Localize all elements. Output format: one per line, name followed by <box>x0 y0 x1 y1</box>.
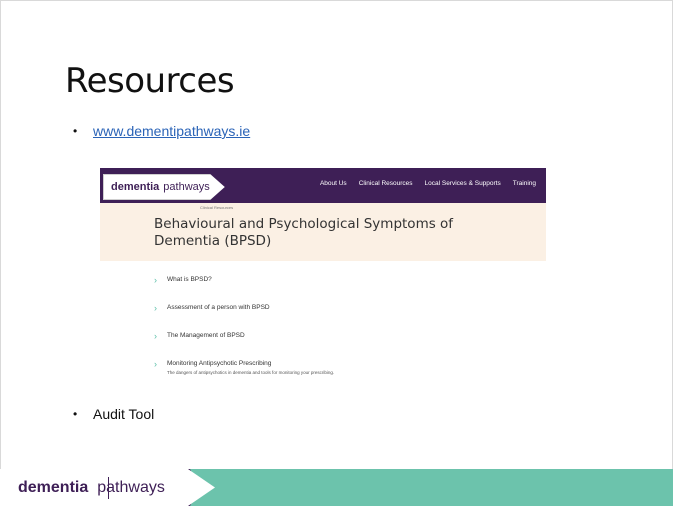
website-logo[interactable]: dementia pathways <box>103 174 225 200</box>
website-page-heading: Behavioural and Psychological Symptoms o… <box>154 216 454 249</box>
bullet-dot: • <box>73 124 78 138</box>
chevron-right-icon: › <box>154 303 157 313</box>
bullet-website-link: • www.dementipathways.ie <box>73 123 250 139</box>
bullet-text: Audit Tool <box>93 406 155 422</box>
list-item-monitoring[interactable]: › Monitoring Antipsychotic Prescribing T… <box>154 359 334 388</box>
website-logo-word2: pathways <box>163 181 210 193</box>
chevron-right-icon: › <box>154 359 157 369</box>
footer-logo-word1: dementia <box>18 478 89 496</box>
list-item-what-is-bpsd[interactable]: › What is BPSD? <box>154 276 271 304</box>
list-item-label: Assessment of a person with BPSD <box>167 304 270 311</box>
nav-about-us[interactable]: About Us <box>320 180 347 187</box>
chevron-right-icon: › <box>154 275 157 285</box>
list-item-label: What is BPSD? <box>167 276 212 283</box>
nav-training[interactable]: Training <box>513 180 536 187</box>
website-navbar: dementia pathways About Us Clinical Reso… <box>100 168 546 203</box>
slide: Resources • www.dementipathways.ie demen… <box>0 0 673 506</box>
nav-local-services[interactable]: Local Services & Supports <box>425 180 501 187</box>
list-item-assessment[interactable]: › Assessment of a person with BPSD <box>154 304 271 332</box>
list-item-label: Monitoring Antipsychotic Prescribing <box>167 360 272 367</box>
list-item-description: The dangers of antipsychotics in dementi… <box>167 370 335 375</box>
website-resource-list: › What is BPSD? › Assessment of a person… <box>154 276 334 388</box>
website-breadcrumb[interactable]: Clinical Resources <box>200 205 233 210</box>
website-link[interactable]: www.dementipathways.ie <box>93 123 250 139</box>
website-nav-links: About Us Clinical Resources Local Servic… <box>320 180 536 187</box>
footer-logo-divider <box>108 477 109 499</box>
bullet-audit-tool: • Audit Tool <box>73 406 154 422</box>
bullet-dot: • <box>73 407 78 421</box>
chevron-right-icon: › <box>154 331 157 341</box>
slide-title: Resources <box>65 61 235 101</box>
website-logo-word1: dementia <box>111 181 160 193</box>
list-item-management[interactable]: › The Management of BPSD <box>154 332 271 360</box>
list-item-label: The Management of BPSD <box>167 332 245 339</box>
nav-clinical-resources[interactable]: Clinical Resources <box>359 180 413 187</box>
website-screenshot: dementia pathways About Us Clinical Reso… <box>100 168 546 392</box>
